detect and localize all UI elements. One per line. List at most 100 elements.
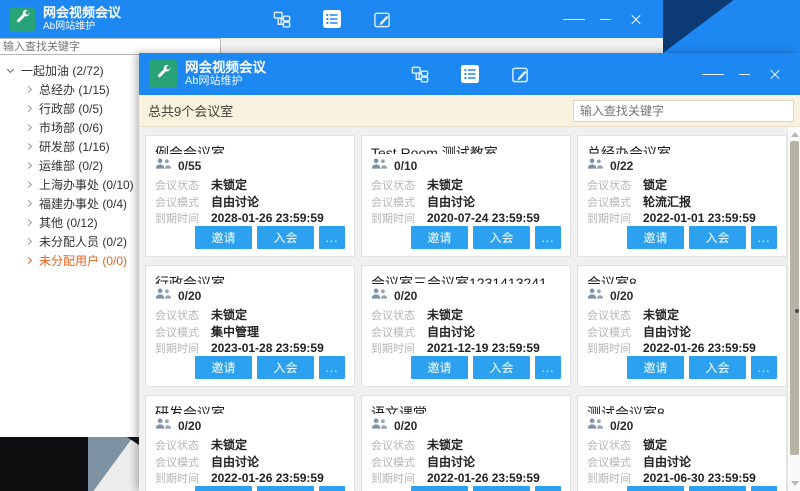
room-name: 语文课堂 bbox=[371, 403, 561, 414]
close-button[interactable] bbox=[625, 9, 647, 29]
rooms-grid: 例会会议室 0/55 会议状态 未锁定 会议模式 自由讨论 到期时间 2028-… bbox=[139, 127, 787, 491]
invite-button[interactable]: 邀请 bbox=[627, 226, 684, 249]
more-button[interactable]: ... bbox=[535, 486, 561, 491]
meeting-window-titlebar[interactable]: 网会视频会议 Ab网站维护 bbox=[139, 53, 800, 95]
mode-label: 会议模式 bbox=[155, 194, 211, 210]
meeting-list-icon bbox=[322, 9, 342, 29]
mode-label: 会议模式 bbox=[155, 454, 211, 470]
more-button[interactable]: ... bbox=[535, 226, 561, 249]
menu-button[interactable] bbox=[563, 9, 585, 29]
chevron-right-icon[interactable] bbox=[25, 143, 32, 150]
meeting-room-card: 会议室8 0/20 会议状态 未锁定 会议模式 自由讨论 到期时间 2022-0… bbox=[577, 265, 787, 387]
expire-label: 到期时间 bbox=[155, 210, 211, 226]
wrench-icon bbox=[14, 8, 31, 25]
mode-label: 会议模式 bbox=[587, 324, 643, 340]
chevron-right-icon[interactable] bbox=[25, 238, 32, 245]
meeting-room-card: 语文课堂 0/20 会议状态 未锁定 会议模式 自由讨论 到期时间 2022-0… bbox=[361, 395, 571, 491]
more-button[interactable]: ... bbox=[319, 356, 345, 379]
participants-icon-slot bbox=[587, 157, 604, 175]
app-subtitle: Ab网站维护 bbox=[185, 75, 266, 88]
room-name: 行政会议室 bbox=[155, 273, 345, 284]
expire-value: 2028-01-26 23:59:59 bbox=[211, 211, 324, 225]
contacts-view-button[interactable] bbox=[409, 63, 431, 85]
join-button[interactable]: 入会 bbox=[473, 226, 530, 249]
join-button[interactable]: 入会 bbox=[689, 356, 746, 379]
close-button[interactable] bbox=[764, 64, 786, 84]
contacts-view-button[interactable] bbox=[271, 8, 293, 30]
room-name: 测试会议室8 bbox=[587, 403, 777, 414]
scroll-up-icon[interactable] bbox=[791, 132, 799, 137]
participant-count: 0/20 bbox=[178, 289, 201, 303]
chevron-right-icon[interactable] bbox=[25, 86, 32, 93]
more-button[interactable]: ... bbox=[751, 486, 777, 491]
minimize-button[interactable] bbox=[733, 64, 755, 84]
invite-button[interactable]: 邀请 bbox=[627, 356, 684, 379]
join-button[interactable]: 入会 bbox=[689, 226, 746, 249]
room-search-input[interactable] bbox=[573, 100, 794, 122]
scrollbar-dot bbox=[795, 309, 799, 313]
mode-label: 会议模式 bbox=[371, 454, 427, 470]
expire-value: 2022-01-26 23:59:59 bbox=[427, 471, 540, 485]
chevron-right-icon[interactable] bbox=[25, 105, 32, 112]
status-label: 会议状态 bbox=[587, 307, 643, 323]
invite-button[interactable]: 邀请 bbox=[411, 226, 468, 249]
participants-icon-slot bbox=[587, 287, 604, 305]
invite-button[interactable]: 邀请 bbox=[411, 356, 468, 379]
chevron-right-icon[interactable] bbox=[25, 200, 32, 207]
scrollbar-thumb[interactable] bbox=[790, 141, 799, 455]
mode-value: 自由讨论 bbox=[427, 323, 475, 340]
tree-item-label: 上海办事处 (0/10) bbox=[39, 176, 134, 193]
tree-item-label: 研发部 (1/16) bbox=[39, 138, 110, 155]
invite-button[interactable]: 邀请 bbox=[195, 226, 252, 249]
chevron-right-icon[interactable] bbox=[25, 162, 32, 169]
more-button[interactable]: ... bbox=[535, 356, 561, 379]
invite-button[interactable]: 邀请 bbox=[195, 356, 252, 379]
vertical-scrollbar[interactable] bbox=[787, 127, 800, 491]
room-name: 总经办会议室 bbox=[587, 143, 777, 154]
more-button[interactable]: ... bbox=[319, 226, 345, 249]
compose-button[interactable] bbox=[371, 8, 393, 30]
meeting-room-card: 研发会议室 0/20 会议状态 未锁定 会议模式 自由讨论 到期时间 2022-… bbox=[145, 395, 355, 491]
expire-label: 到期时间 bbox=[371, 210, 427, 226]
invite-button[interactable]: 邀请 bbox=[411, 486, 468, 491]
mode-value: 自由讨论 bbox=[211, 453, 259, 470]
join-button[interactable]: 入会 bbox=[257, 486, 314, 491]
meeting-room-card: 总经办会议室 0/22 会议状态 锁定 会议模式 轮流汇报 到期时间 2022-… bbox=[577, 135, 787, 257]
more-button[interactable]: ... bbox=[319, 486, 345, 491]
join-button[interactable]: 入会 bbox=[689, 486, 746, 491]
room-name: 研发会议室 bbox=[155, 403, 345, 414]
status-label: 会议状态 bbox=[371, 177, 427, 193]
meetings-view-button-active[interactable] bbox=[459, 63, 481, 85]
minimize-button[interactable] bbox=[594, 9, 616, 29]
more-button[interactable]: ... bbox=[751, 356, 777, 379]
participants-icon bbox=[587, 287, 604, 300]
more-button[interactable]: ... bbox=[751, 226, 777, 249]
scroll-down-icon[interactable] bbox=[791, 481, 799, 486]
chevron-right-icon[interactable] bbox=[25, 124, 32, 131]
app-logo bbox=[10, 7, 35, 32]
chevron-right-icon[interactable] bbox=[25, 219, 32, 226]
menu-button[interactable] bbox=[702, 64, 724, 84]
tree-item-label: 未分配人员 (0/2) bbox=[39, 233, 127, 250]
room-count-summary: 总共9个会议室 bbox=[148, 101, 233, 120]
status-value: 未锁定 bbox=[427, 176, 463, 193]
chevron-right-icon[interactable] bbox=[25, 257, 32, 264]
wallpaper-top-right bbox=[660, 0, 800, 53]
mode-label: 会议模式 bbox=[587, 194, 643, 210]
status-value: 未锁定 bbox=[211, 436, 247, 453]
meetings-view-button[interactable] bbox=[321, 8, 343, 30]
join-button[interactable]: 入会 bbox=[257, 226, 314, 249]
chevron-right-icon[interactable] bbox=[25, 181, 32, 188]
join-button[interactable]: 入会 bbox=[473, 356, 530, 379]
tree-item-label: 市场部 (0/6) bbox=[39, 119, 103, 136]
chevron-down-icon[interactable] bbox=[7, 66, 14, 73]
participants-icon bbox=[371, 417, 388, 430]
join-button[interactable]: 入会 bbox=[257, 356, 314, 379]
compose-button[interactable] bbox=[509, 63, 531, 85]
invite-button[interactable]: 邀请 bbox=[627, 486, 684, 491]
background-window-titlebar[interactable]: 网会视频会议 Ab网站维护 bbox=[0, 0, 663, 38]
wallpaper-black-block bbox=[0, 437, 88, 491]
meeting-room-card: 例会会议室 0/55 会议状态 未锁定 会议模式 自由讨论 到期时间 2028-… bbox=[145, 135, 355, 257]
join-button[interactable]: 入会 bbox=[473, 486, 530, 491]
invite-button[interactable]: 邀请 bbox=[195, 486, 252, 491]
